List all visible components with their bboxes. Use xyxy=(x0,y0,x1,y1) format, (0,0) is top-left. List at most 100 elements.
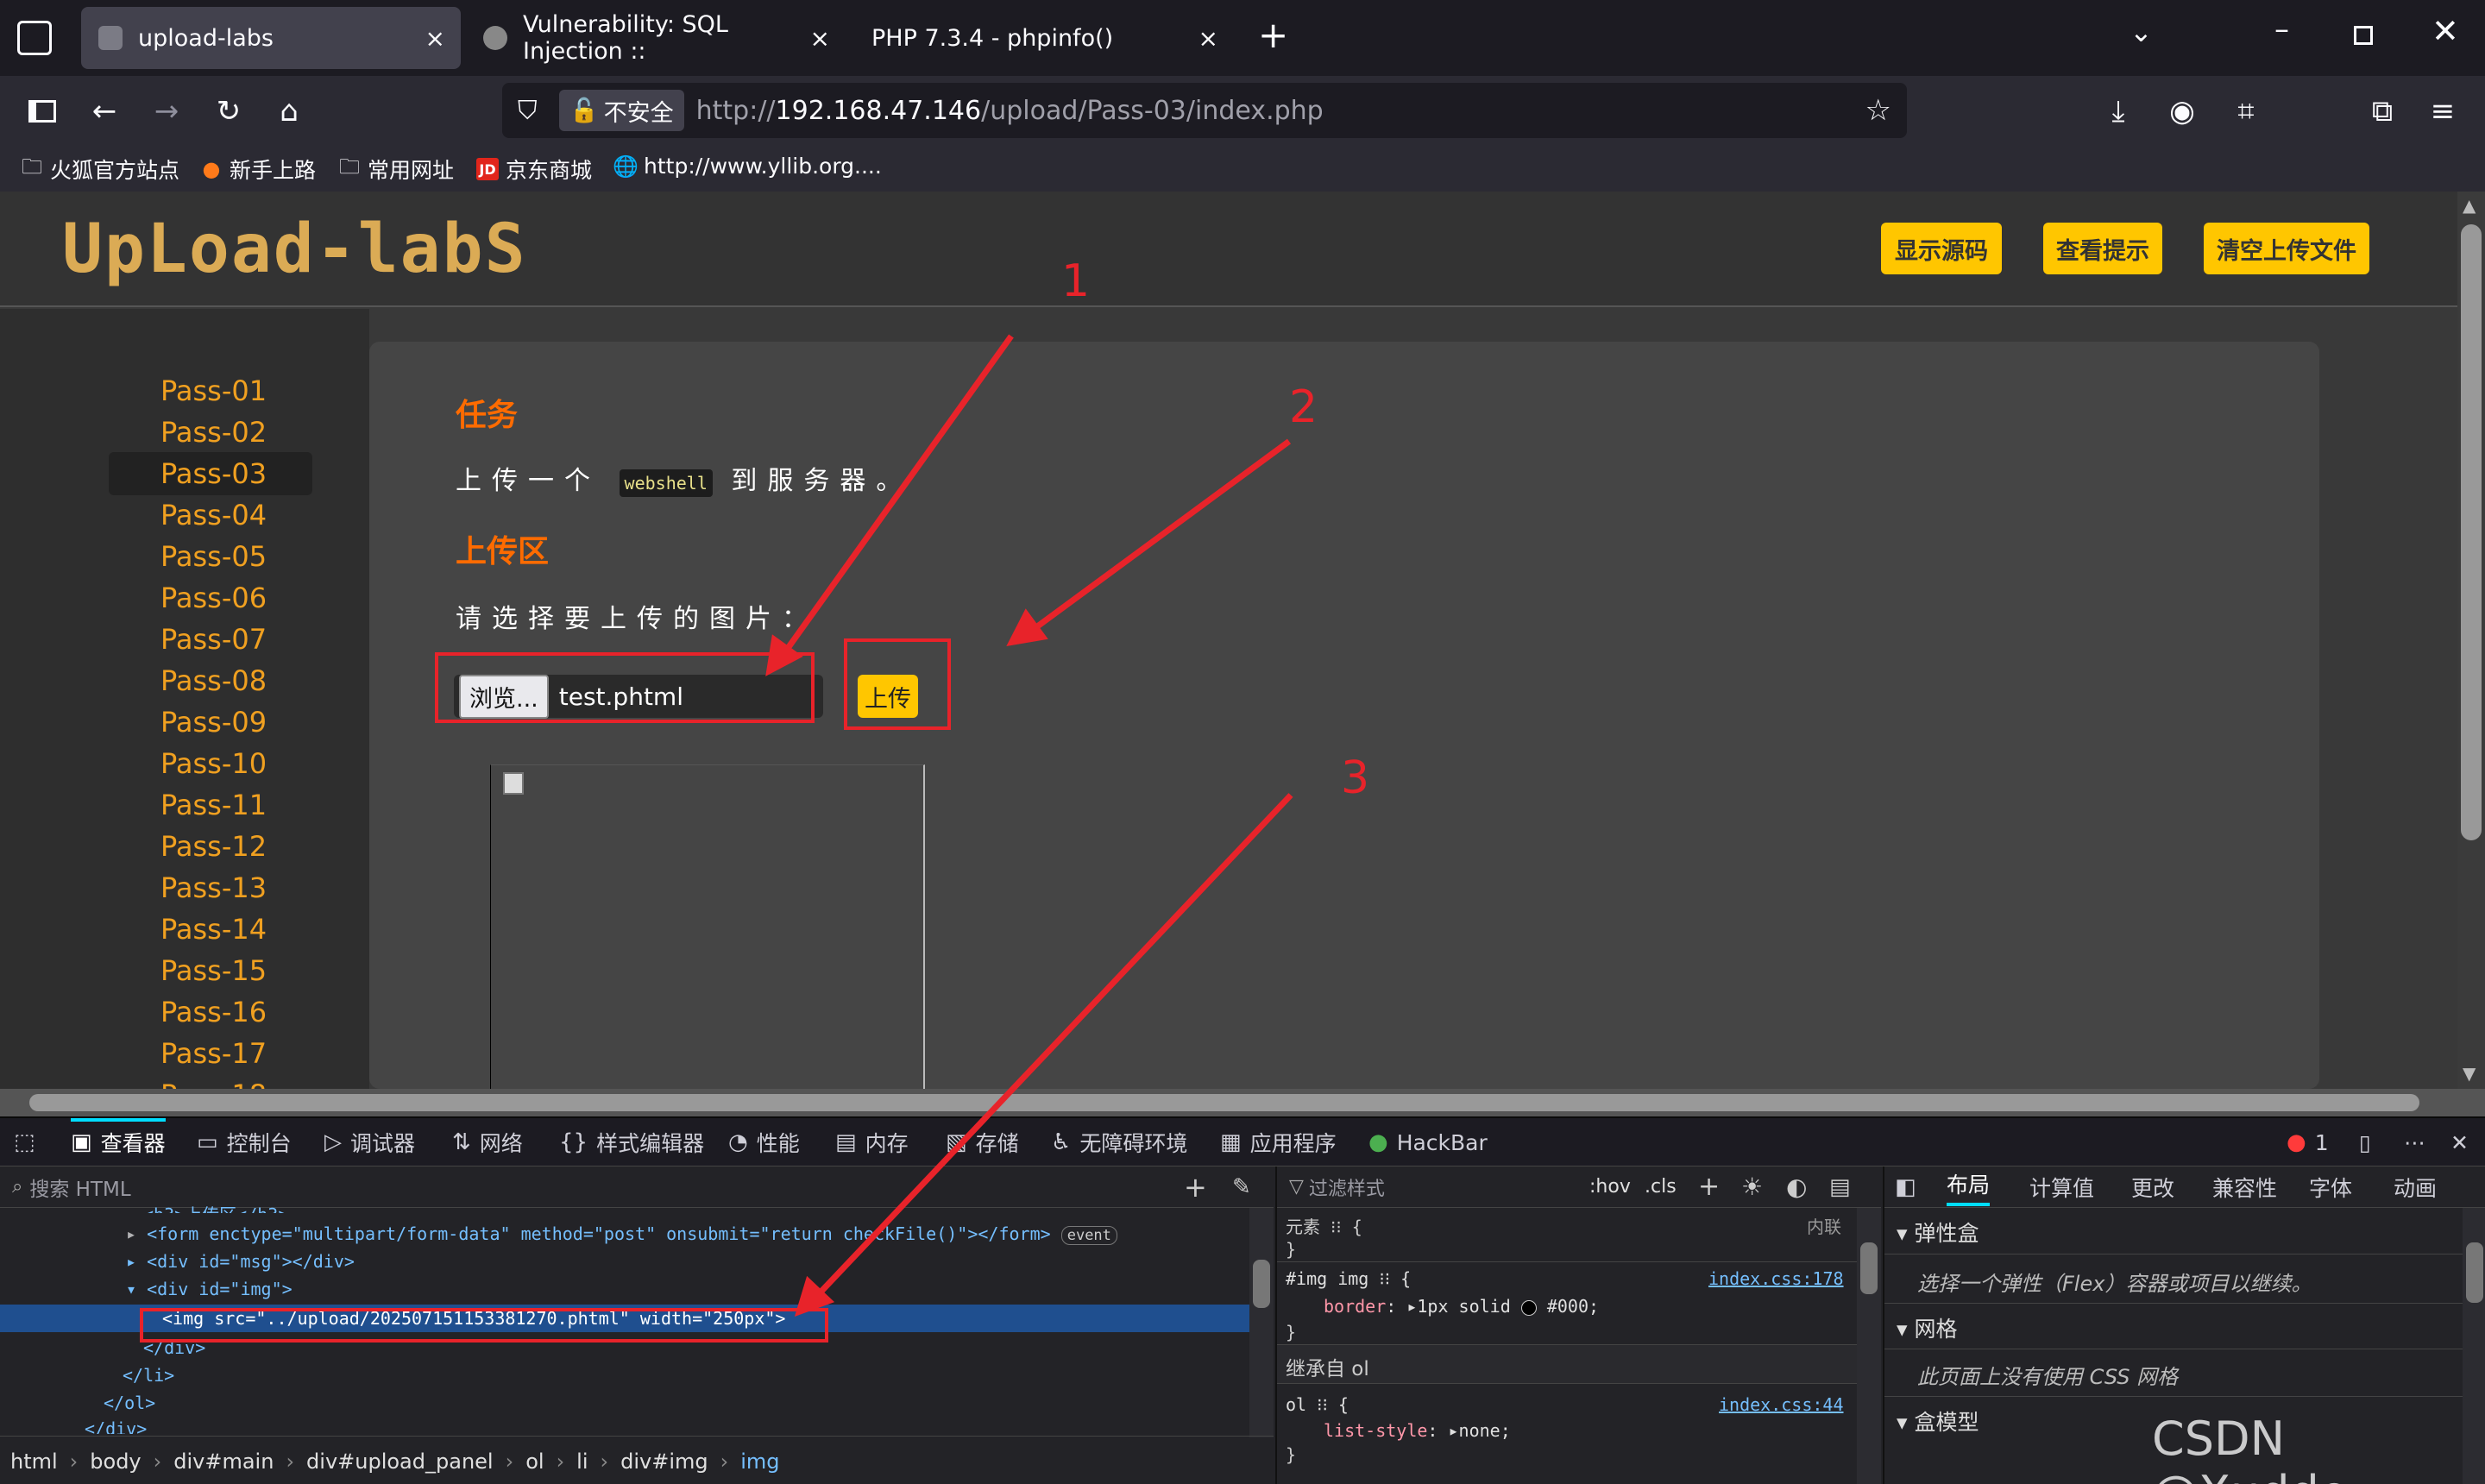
url-bar[interactable]: ⛉ 🔓 不安全 http://192.168.47.146/upload/Pas… xyxy=(502,83,1907,138)
layout-tab[interactable]: 更改 xyxy=(2131,1172,2174,1203)
close-tab-icon[interactable]: × xyxy=(1198,24,1218,53)
tab-upload-labs[interactable]: upload-labs × xyxy=(81,7,461,69)
pass-link-pass-09[interactable]: Pass-09 xyxy=(109,701,312,744)
more-options-icon[interactable]: ⋯ xyxy=(2404,1127,2425,1158)
tab-overview-icon[interactable] xyxy=(17,21,52,55)
dark-theme-icon[interactable]: ◐ xyxy=(1786,1173,1807,1201)
print-media-icon[interactable]: ▤ xyxy=(1829,1174,1851,1200)
tab-accessibility[interactable]: ♿ 无障碍环境 xyxy=(1051,1127,1187,1158)
breadcrumb-item[interactable]: ol xyxy=(525,1449,544,1474)
css-pane-scrollbar[interactable] xyxy=(1857,1208,1881,1484)
bookmark-star-icon[interactable]: ☆ xyxy=(1865,93,1891,128)
pass-link-pass-17[interactable]: Pass-17 xyxy=(109,1032,312,1075)
html-line[interactable]: ▾ <div id="img"> xyxy=(126,1279,293,1299)
grid-section-header[interactable]: ▾ 网格 xyxy=(1884,1303,2463,1349)
element-picker-icon[interactable]: ⬚ xyxy=(14,1127,44,1158)
screenshot-icon[interactable]: ⌗ xyxy=(2224,90,2268,133)
forward-icon[interactable]: → xyxy=(145,90,188,133)
back-icon[interactable]: ← xyxy=(83,90,126,133)
scroll-thumb[interactable] xyxy=(1860,1242,1878,1294)
pass-link-pass-13[interactable]: Pass-13 xyxy=(109,866,312,909)
tab-application[interactable]: ▦ 应用程序 xyxy=(1220,1127,1337,1158)
close-window-icon[interactable]: ✕ xyxy=(2432,12,2459,50)
bookmark-item[interactable]: JD 京东商城 xyxy=(476,154,592,185)
pass-link-pass-16[interactable]: Pass-16 xyxy=(109,990,312,1034)
add-node-icon[interactable]: + xyxy=(1184,1171,1207,1204)
layout-tab[interactable]: 字体 xyxy=(2309,1172,2352,1203)
rule1-declaration[interactable]: border: ▸1px solid #000; xyxy=(1324,1296,1599,1317)
search-html-input[interactable]: 搜索 HTML xyxy=(29,1173,130,1202)
html-line[interactable]: </ol> xyxy=(104,1393,155,1413)
close-tab-icon[interactable]: × xyxy=(810,24,830,53)
tab-network[interactable]: ⇅ 网络 xyxy=(452,1127,523,1158)
tab-sql-injection[interactable]: Vulnerability: SQL Injection :: × xyxy=(466,7,846,69)
menu-icon[interactable]: ≡ xyxy=(2421,90,2464,133)
url-text[interactable]: http://192.168.47.146/upload/Pass-03/ind… xyxy=(696,96,1324,126)
pass-link-pass-02[interactable]: Pass-02 xyxy=(109,411,312,454)
layout-tab[interactable]: 动画 xyxy=(2394,1172,2437,1203)
scroll-thumb[interactable] xyxy=(2466,1242,2483,1303)
breadcrumb-item[interactable]: img xyxy=(740,1449,779,1474)
tab-hackbar[interactable]: ● HackBar xyxy=(1368,1127,1488,1158)
cls-toggle[interactable]: .cls xyxy=(1645,1176,1677,1198)
bookmark-item[interactable]: 🗀 火狐官方站点 xyxy=(21,154,179,185)
breadcrumb-item[interactable]: html xyxy=(10,1449,58,1474)
page-horizontal-scrollbar[interactable] xyxy=(0,1089,2485,1116)
page-vertical-scrollbar[interactable]: ▲ ▼ xyxy=(2457,192,2485,1089)
tab-phpinfo[interactable]: PHP 7.3.4 - phpinfo() × xyxy=(854,7,1234,69)
bookmark-item[interactable]: ● 新手上路 xyxy=(200,154,317,185)
security-indicator[interactable]: 🔓 不安全 xyxy=(559,90,684,131)
event-badge[interactable]: event xyxy=(1060,1226,1117,1245)
breadcrumb-item[interactable]: div#upload_panel xyxy=(306,1449,494,1474)
filter-styles-input[interactable]: 过滤样式 xyxy=(1309,1173,1385,1201)
tab-inspector[interactable]: ▣ 查看器 xyxy=(71,1118,166,1163)
reload-icon[interactable]: ↻ xyxy=(207,90,250,133)
add-rule-icon[interactable]: + xyxy=(1698,1172,1720,1202)
pass-link-pass-08[interactable]: Pass-08 xyxy=(109,659,312,702)
error-count[interactable]: ● 1 xyxy=(2287,1127,2329,1158)
color-swatch-icon[interactable] xyxy=(1520,1299,1537,1316)
rule2-source-link[interactable]: index.css:44 xyxy=(1719,1394,1844,1415)
pass-link-pass-05[interactable]: Pass-05 xyxy=(109,535,312,578)
extensions-icon[interactable]: ⧉ xyxy=(2361,90,2404,133)
rule2-selector[interactable]: ol ⁝⁝ { xyxy=(1286,1394,1349,1415)
tab-memory[interactable]: ▤ 内存 xyxy=(835,1127,909,1158)
show-hint-button[interactable]: 查看提示 xyxy=(2043,223,2162,274)
html-line[interactable]: </li> xyxy=(123,1365,174,1386)
breadcrumb-item[interactable]: li xyxy=(576,1449,588,1474)
breadcrumb-item[interactable]: body xyxy=(90,1449,141,1474)
download-icon[interactable]: ⤓ xyxy=(2097,90,2140,133)
layout-tab[interactable]: 计算值 xyxy=(2029,1172,2094,1203)
breadcrumb-item[interactable]: div#main xyxy=(173,1449,274,1474)
minimize-icon[interactable]: – xyxy=(2274,12,2289,47)
layout-tab[interactable]: 布局 xyxy=(1947,1168,1991,1206)
clear-uploads-button[interactable]: 清空上传文件 xyxy=(2204,223,2369,274)
pass-link-pass-04[interactable]: Pass-04 xyxy=(109,494,312,537)
html-line[interactable]: <h3>上传区</h3> xyxy=(143,1201,288,1213)
html-pane-scrollbar[interactable] xyxy=(1249,1208,1274,1437)
rule1-source-link[interactable]: index.css:178 xyxy=(1708,1268,1844,1289)
scroll-up-arrow-icon[interactable]: ▲ xyxy=(2463,195,2476,216)
tab-list-chevron-icon[interactable]: ⌄ xyxy=(2130,16,2153,48)
scroll-thumb[interactable] xyxy=(1253,1260,1270,1308)
rule2-declaration[interactable]: list-style: ▸none; xyxy=(1324,1420,1511,1441)
pass-link-pass-10[interactable]: Pass-10 xyxy=(109,742,312,785)
show-source-button[interactable]: 显示源码 xyxy=(1881,223,2002,274)
scroll-thumb[interactable] xyxy=(29,1094,2419,1111)
hov-toggle[interactable]: :hov xyxy=(1589,1176,1631,1198)
pass-link-pass-14[interactable]: Pass-14 xyxy=(109,908,312,951)
light-theme-icon[interactable]: ☀ xyxy=(1741,1173,1763,1201)
sidebar-toggle-icon[interactable] xyxy=(21,90,64,133)
pass-link-pass-01[interactable]: Pass-01 xyxy=(109,369,312,412)
scroll-down-arrow-icon[interactable]: ▼ xyxy=(2463,1063,2476,1084)
bookmark-item[interactable]: 🌐 http://www.yllib.org.... xyxy=(613,154,882,179)
html-line[interactable]: ▸ <div id="msg"></div> xyxy=(126,1251,355,1272)
pass-link-pass-15[interactable]: Pass-15 xyxy=(109,949,312,992)
tab-performance[interactable]: ◔ 性能 xyxy=(728,1127,800,1158)
close-tab-icon[interactable]: × xyxy=(425,24,445,53)
pass-link-pass-03[interactable]: Pass-03 xyxy=(109,452,312,495)
responsive-design-icon[interactable]: ▯ xyxy=(2359,1127,2371,1158)
pass-link-pass-06[interactable]: Pass-06 xyxy=(109,576,312,619)
close-devtools-icon[interactable]: ✕ xyxy=(2450,1127,2469,1158)
layout-tab[interactable]: 兼容性 xyxy=(2212,1172,2277,1203)
